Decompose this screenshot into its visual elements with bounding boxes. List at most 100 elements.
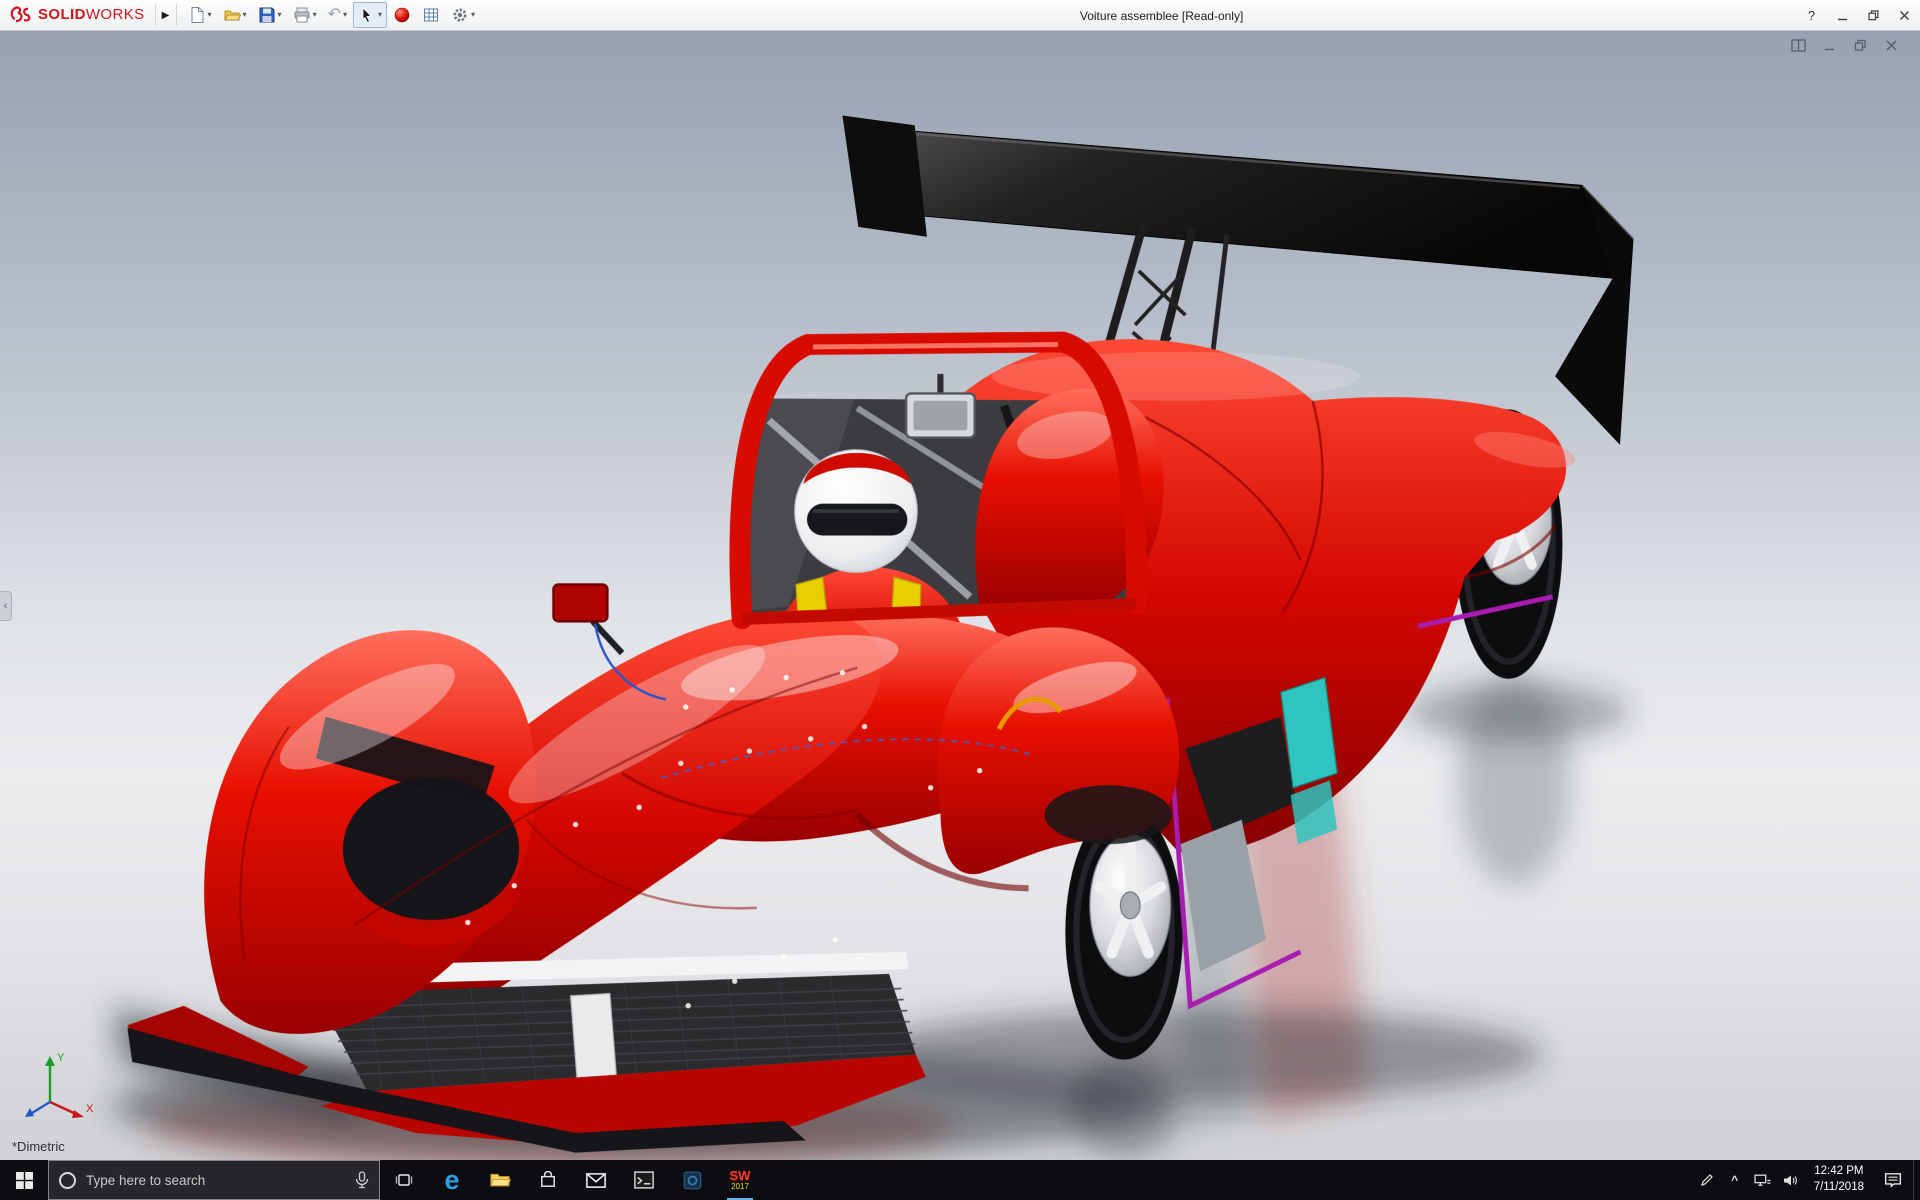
design-table-icon — [424, 8, 439, 22]
dark-blue-app-button[interactable] — [668, 1160, 716, 1200]
dropdown-caret-icon: ▾ — [378, 10, 383, 19]
solidworks-logo: SOLIDWORKS — [0, 0, 155, 30]
save-floppy-icon — [259, 7, 275, 23]
close-icon — [1900, 11, 1909, 20]
restore-icon — [1868, 10, 1879, 21]
solidworks-2017-button[interactable]: SW 2017 — [716, 1160, 764, 1200]
mail-button[interactable] — [572, 1160, 620, 1200]
flyout-arrow-icon: ‹ — [3, 600, 8, 612]
triad-y-label: Y — [57, 1052, 65, 1064]
brand-text-bold: SOLID — [38, 6, 86, 23]
quick-access-toolbar: ▾ ▾ ▾ ▾ ↶ ▾ ▾ ▾ — [183, 2, 481, 28]
hidden-icons-button[interactable]: ^ — [1721, 1160, 1749, 1200]
doc-restore-icon — [1854, 39, 1866, 51]
dropdown-caret-icon: ▾ — [207, 10, 212, 19]
view-orientation-label: *Dimetric — [12, 1139, 65, 1154]
restore-button[interactable] — [1858, 0, 1889, 31]
undo-icon: ↶ — [327, 6, 341, 23]
dropdown-caret-icon: ▾ — [312, 10, 317, 19]
save-button[interactable]: ▾ — [253, 2, 287, 28]
side-mirror — [552, 583, 609, 623]
doc-minimize-icon — [1825, 48, 1834, 51]
taskbar-clock[interactable]: 12:42 PM 7/11/2018 — [1805, 1164, 1873, 1195]
design-table-button[interactable] — [417, 2, 445, 28]
network-button[interactable] — [1749, 1160, 1777, 1200]
close-button[interactable] — [1889, 0, 1920, 31]
doc-close-icon — [1886, 40, 1897, 51]
minimize-icon — [1838, 18, 1847, 21]
triad-x-label: X — [86, 1103, 94, 1115]
panel-flyout-tab[interactable]: ‹ — [0, 591, 12, 621]
edge-button[interactable]: e — [428, 1160, 476, 1200]
document-title: Voiture assemblee [Read-only] — [1079, 8, 1244, 23]
options-button[interactable]: ▾ — [446, 2, 480, 28]
minimize-button[interactable] — [1827, 0, 1858, 31]
task-view-icon — [395, 1174, 413, 1186]
pen-icon — [1700, 1174, 1713, 1186]
print-icon — [294, 7, 310, 23]
windows-logo-icon — [15, 1171, 33, 1189]
mail-icon — [586, 1172, 606, 1188]
separator — [175, 4, 177, 26]
options-gear-icon — [453, 8, 467, 22]
notification-icon — [1884, 1173, 1902, 1188]
doc-minimize-button[interactable] — [1821, 38, 1838, 53]
appearance-button[interactable] — [388, 2, 416, 28]
action-center-button[interactable] — [1873, 1160, 1913, 1200]
solidworks-window: SOLIDWORKS ▶ ▾ ▾ ▾ ▾ ↶ ▾ ▾ ▾ Voiture ass… — [0, 0, 1920, 1200]
print-button[interactable]: ▾ — [288, 2, 322, 28]
dassault-3ds-icon — [10, 6, 31, 23]
task-view-button[interactable] — [380, 1160, 428, 1200]
tile-window-button[interactable] — [1790, 38, 1807, 53]
new-document-icon — [191, 7, 204, 23]
dropdown-caret-icon: ▾ — [277, 10, 282, 19]
menu-expand-button[interactable]: ▶ — [156, 2, 176, 28]
start-button[interactable] — [0, 1160, 48, 1200]
window-controls: ? — [1796, 0, 1920, 31]
store-button[interactable] — [524, 1160, 572, 1200]
dropdown-caret-icon: ▾ — [471, 10, 476, 19]
windows-taskbar: Type here to search e SW 2017 ^ 12:42 PM… — [0, 1160, 1920, 1200]
volume-icon — [1783, 1175, 1797, 1185]
system-tray: ^ 12:42 PM 7/11/2018 — [1693, 1160, 1920, 1200]
brand-text-light: WORKS — [85, 6, 145, 23]
helmet-visor — [806, 503, 908, 536]
undo-button[interactable]: ↶ ▾ — [323, 2, 352, 28]
show-desktop-button[interactable] — [1913, 1160, 1920, 1200]
orientation-triad: Y X — [25, 1052, 94, 1118]
open-folder-icon — [223, 10, 241, 21]
microphone-icon[interactable] — [355, 1171, 369, 1189]
dropdown-caret-icon: ▾ — [342, 10, 347, 19]
help-button[interactable]: ? — [1796, 0, 1827, 31]
solidworks-app-icon: SW 2017 — [729, 1168, 751, 1191]
clock-date: 7/11/2018 — [1813, 1181, 1864, 1193]
doc-restore-button[interactable] — [1852, 38, 1869, 53]
terminal-icon — [634, 1171, 654, 1189]
help-icon: ? — [1807, 8, 1816, 23]
document-window-controls — [1790, 38, 1900, 53]
select-cursor-icon — [362, 7, 372, 24]
appearance-sphere-icon — [394, 7, 410, 23]
clock-time: 12:42 PM — [1814, 1165, 1864, 1178]
dropdown-caret-icon: ▾ — [242, 10, 247, 19]
select-tool-button[interactable]: ▾ — [353, 2, 388, 28]
store-bag-icon — [541, 1171, 555, 1187]
network-icon — [1754, 1174, 1771, 1186]
terminal-app-button[interactable] — [620, 1160, 668, 1200]
file-explorer-button[interactable] — [476, 1160, 524, 1200]
dark-blue-app-icon — [683, 1171, 701, 1189]
edge-icon: e — [444, 1164, 460, 1195]
titlebar: SOLIDWORKS ▶ ▾ ▾ ▾ ▾ ↶ ▾ ▾ ▾ Voiture ass… — [0, 0, 1920, 31]
ink-workspace-button[interactable] — [1693, 1160, 1721, 1200]
search-placeholder: Type here to search — [86, 1172, 206, 1188]
open-button[interactable]: ▾ — [218, 2, 252, 28]
menu-expand-icon: ▶ — [161, 9, 170, 21]
chevron-up-icon: ^ — [1731, 1173, 1739, 1187]
cortana-icon — [59, 1171, 76, 1189]
volume-button[interactable] — [1777, 1160, 1805, 1200]
3d-model-view[interactable] — [0, 31, 1920, 1160]
doc-close-button[interactable] — [1883, 38, 1900, 53]
graphics-area[interactable]: ‹ Y X *Dimetric — [0, 31, 1920, 1160]
new-document-button[interactable]: ▾ — [183, 2, 217, 28]
taskbar-search-box[interactable]: Type here to search — [48, 1160, 380, 1200]
